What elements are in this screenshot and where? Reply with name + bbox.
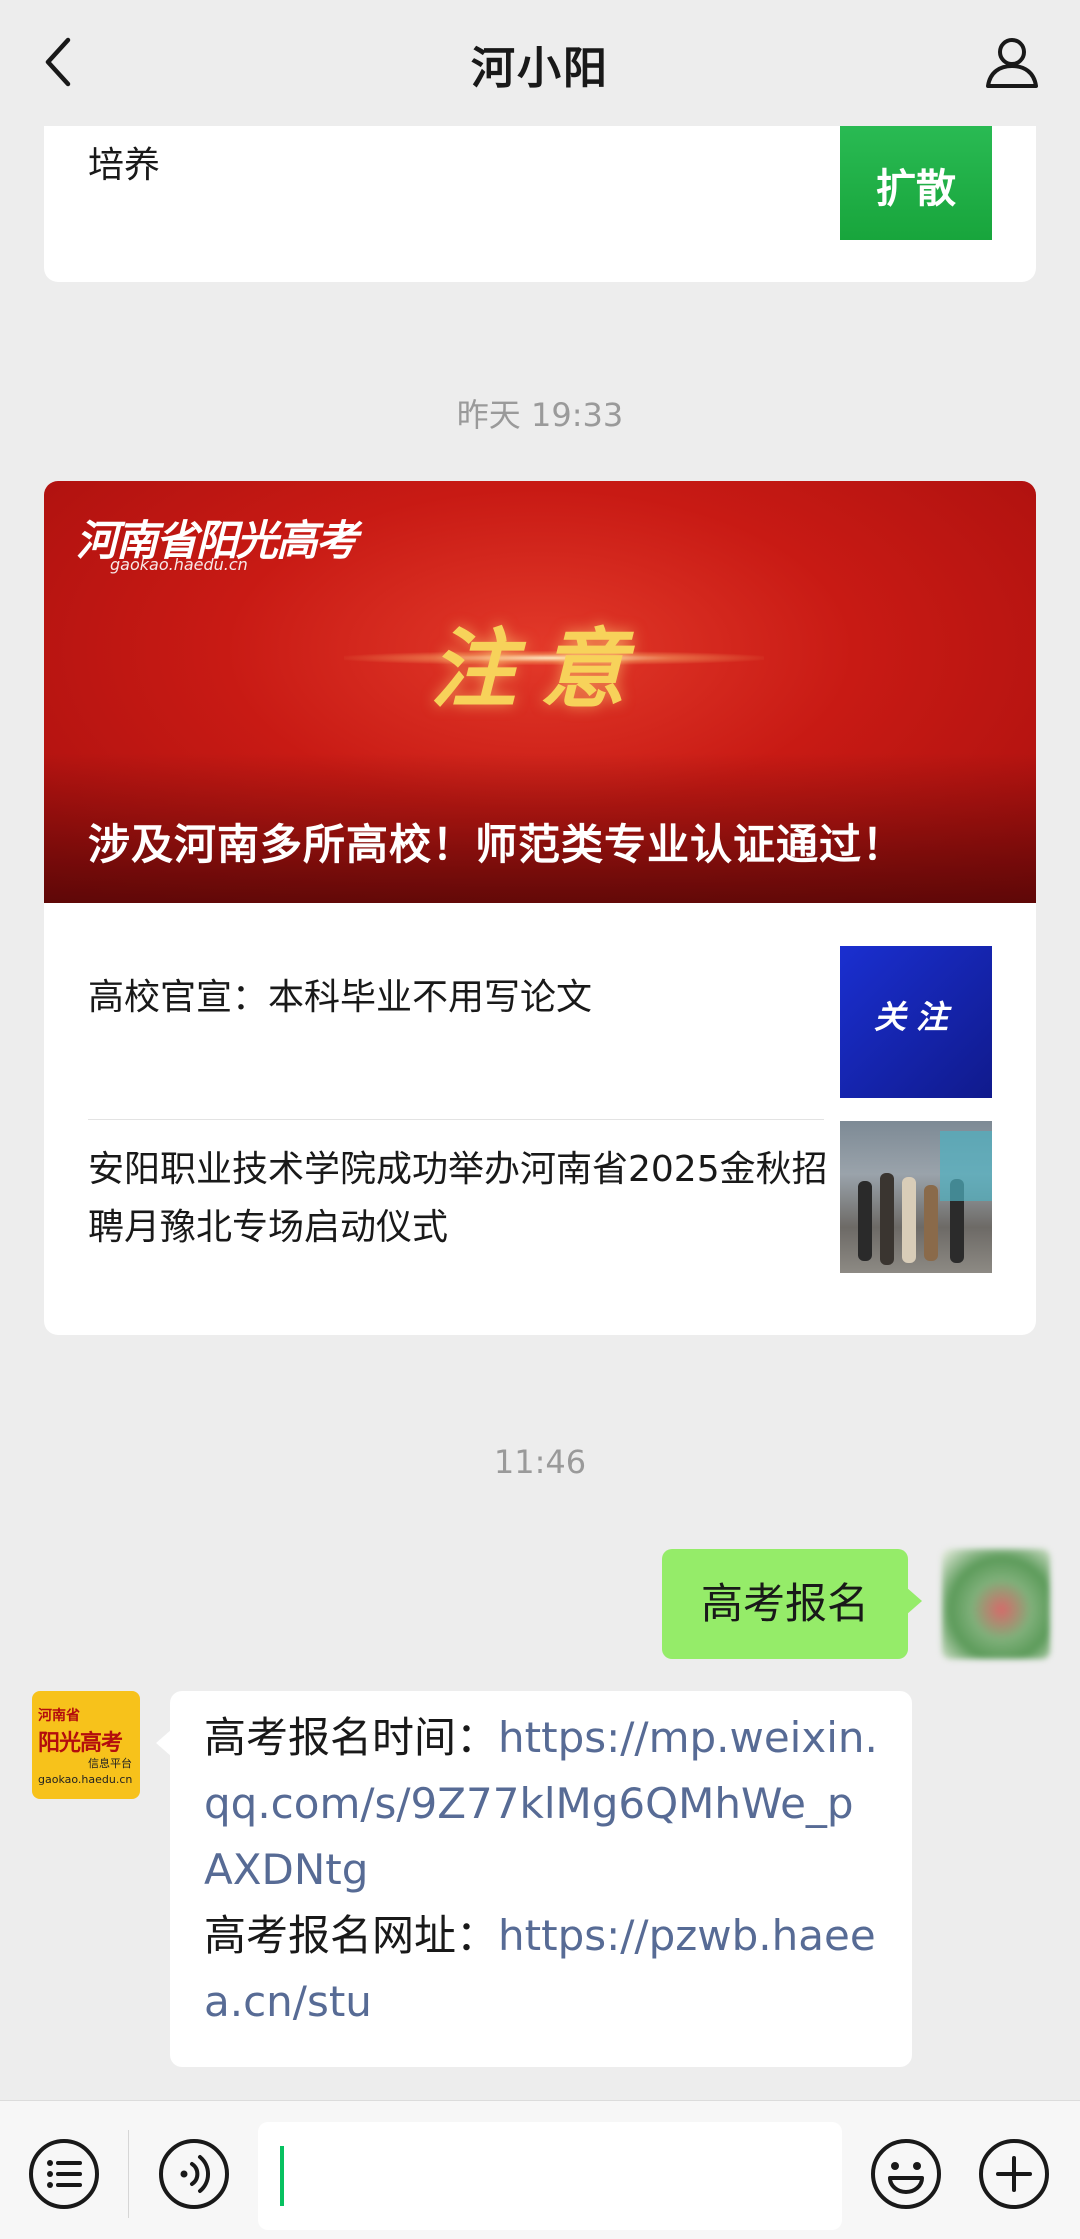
banner-heading: 注意: [430, 620, 650, 720]
smiley-icon: [871, 2139, 941, 2209]
official-account-avatar[interactable]: 河南省 阳光高考 信息平台 gaokao.haedu.cn: [32, 1691, 140, 1799]
message-label: 高考报名网址：: [204, 1911, 499, 1960]
divider: [88, 1119, 824, 1120]
article-title: 安阳职业技术学院成功举办河南省2025金秋招聘月豫北专场启动仪式: [88, 1149, 828, 1248]
article-headline: 涉及河南多所高校！师范类专业认证通过！: [88, 820, 906, 869]
text-caret: [280, 2146, 284, 2206]
article-title: 高校官宣：本科毕业不用写论文: [88, 977, 593, 1018]
sent-message-bubble[interactable]: 高考报名: [662, 1549, 922, 1659]
profile-button[interactable]: [982, 32, 1042, 92]
person-icon: [986, 38, 1038, 88]
menu-button[interactable]: [26, 2136, 102, 2212]
message-input[interactable]: [258, 2122, 842, 2230]
message-label: 高考报名时间：: [204, 1713, 499, 1762]
brand-url: gaokao.haedu.cn: [110, 555, 248, 574]
top-bar: 河小阳: [0, 0, 1080, 126]
timestamp: 昨天 19:33: [456, 396, 624, 434]
menu-list-icon: [29, 2139, 99, 2209]
voice-button[interactable]: [156, 2136, 232, 2212]
article-list-item[interactable]: 高校官宣：本科毕业不用写论文 关注: [44, 903, 1036, 1098]
received-message-bubble: 高考报名时间：https://mp.weixin.qq.com/s/9Z77kl…: [156, 1691, 912, 2067]
article-list-item[interactable]: 安阳职业技术学院成功举办河南省2025金秋招聘月豫北专场启动仪式: [44, 1121, 1036, 1315]
more-button[interactable]: [976, 2136, 1052, 2212]
emoji-button[interactable]: [868, 2136, 944, 2212]
avatar[interactable]: [942, 1549, 1050, 1659]
article-thumbnail: 关注: [840, 946, 992, 1098]
article-group-card: 河南省阳光高考 gaokao.haedu.cn 注意 涉及河南多所高校！师范类专…: [44, 481, 1036, 1335]
article-photo: [840, 1121, 992, 1273]
divider: [128, 2130, 129, 2218]
page-title: 河小阳: [471, 43, 609, 94]
voice-icon: [159, 2139, 229, 2209]
timestamp: 11:46: [493, 1443, 587, 1481]
plus-icon: [979, 2139, 1049, 2209]
article-banner[interactable]: 河南省阳光高考 gaokao.haedu.cn 注意 涉及河南多所高校！师范类专…: [44, 481, 1036, 903]
